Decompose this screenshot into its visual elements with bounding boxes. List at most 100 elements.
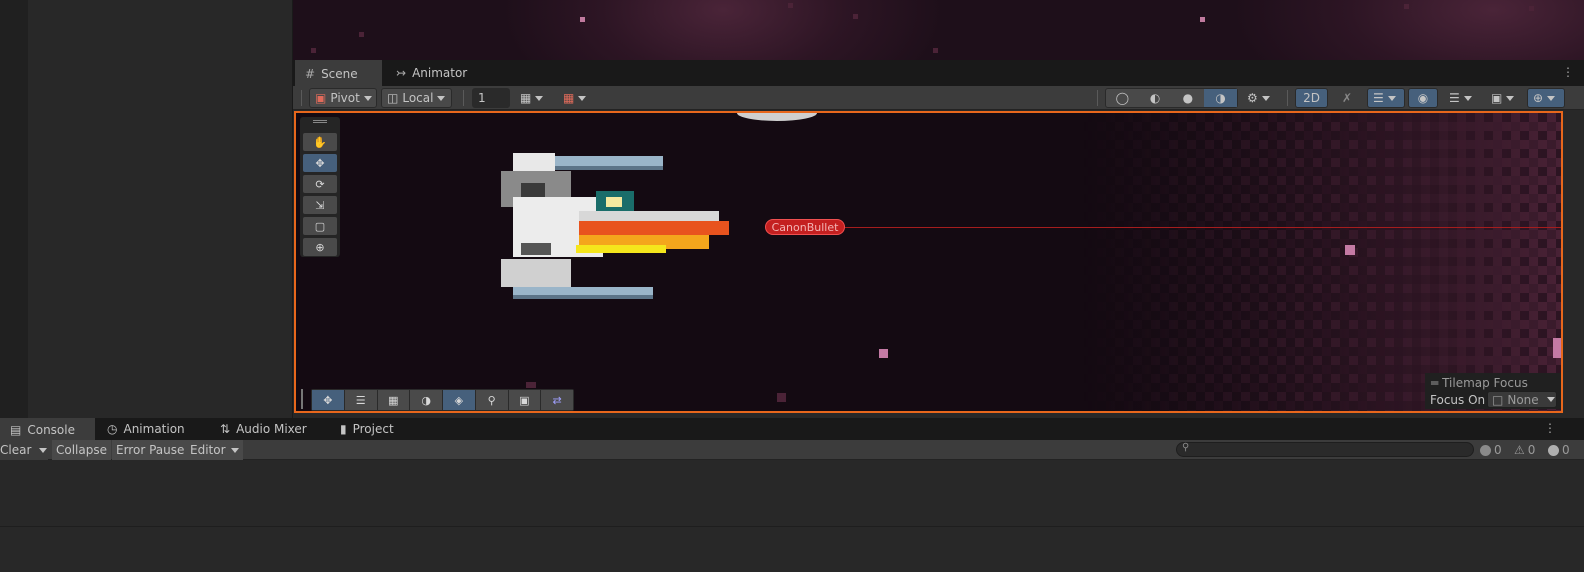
console-search-input[interactable]: ⚲ xyxy=(1176,442,1474,457)
error-count-toggle[interactable]: 0 xyxy=(1548,443,1570,457)
scene-toolbar: ▣ Pivot ◫ Local 1 ▦ ▦ ◯ ◐ ● ◑ ⚙ 2D ✗ ☰ ◉ xyxy=(293,86,1584,110)
star xyxy=(1200,17,1205,22)
gizmos-dropdown[interactable]: ⊕ xyxy=(1527,88,1565,108)
square-icon: □ xyxy=(1492,392,1504,407)
clear-label: Clear xyxy=(0,443,32,457)
shaded-wireframe-icon[interactable]: ◐ xyxy=(1139,91,1172,105)
grid-snap-input[interactable]: 1 xyxy=(472,88,510,108)
chevron-down-icon xyxy=(1506,95,1515,101)
transform-tool-button[interactable]: ⊕ xyxy=(303,238,337,256)
drag-lines-icon: ═ xyxy=(1431,376,1439,390)
info-count-toggle[interactable]: 0 xyxy=(1480,443,1502,457)
hand-tool-button[interactable]: ✋ xyxy=(303,133,337,151)
move-tool-button[interactable]: ✥ xyxy=(303,154,337,172)
rect-tool-button[interactable]: ▢ xyxy=(303,217,337,235)
unlit-icon[interactable]: ◑ xyxy=(1204,89,1237,107)
left-strip xyxy=(0,0,28,418)
error-pause-label: Error Pause xyxy=(116,443,185,457)
visibility-toggle[interactable]: ◉ xyxy=(1408,88,1438,108)
star xyxy=(359,32,364,37)
camera-dropdown[interactable]: ▣ xyxy=(1485,88,1523,108)
tilemap-overlay-toolbar: ✥ ☰ ▦ ◑ ◈ ⚲ ▣ ⇄ xyxy=(311,389,574,411)
more-menu-icon[interactable]: ⋮ xyxy=(1562,65,1574,79)
rect-icon: ▢ xyxy=(314,219,326,233)
scale-tool-button[interactable]: ⇲ xyxy=(303,196,337,214)
local-label: Local xyxy=(402,91,434,105)
bullet-path-line xyxy=(845,227,1561,228)
shaded-icon[interactable]: ● xyxy=(1172,91,1205,105)
rotate-tool-button[interactable]: ⟳ xyxy=(303,175,337,193)
search-icon: ⚲ xyxy=(1182,442,1190,453)
tab-audio-mixer[interactable]: ⇅ Audio Mixer xyxy=(210,418,317,440)
settings-button[interactable]: ☰ xyxy=(344,390,377,410)
chevron-down-icon xyxy=(1261,95,1270,101)
star xyxy=(580,17,585,22)
tab-console-label: Console xyxy=(27,423,75,437)
zoom-button[interactable]: ⚲ xyxy=(475,390,508,410)
console-log-area[interactable] xyxy=(0,461,1584,572)
focus-on-dropdown[interactable]: □ None xyxy=(1487,391,1557,408)
toggle-2d-button[interactable]: 2D xyxy=(1295,88,1328,108)
toggle-2d-label: 2D xyxy=(1303,91,1320,105)
console-icon: ▤ xyxy=(10,423,22,437)
error-icon xyxy=(1548,444,1559,456)
scene-tools-overlay: ✋ ✥ ⟳ ⇲ ▢ ⊕ xyxy=(300,117,340,257)
move-palette-button[interactable]: ✥ xyxy=(312,390,344,410)
console-detail-divider[interactable] xyxy=(0,526,1584,527)
editor-label: Editor xyxy=(190,443,226,457)
tab-animation[interactable]: ◷ Animation xyxy=(97,418,195,440)
tab-scene[interactable]: # Scene xyxy=(295,60,382,86)
move-icon: ✥ xyxy=(323,393,333,407)
star xyxy=(933,48,938,53)
shade-button[interactable]: ◑ xyxy=(410,390,442,410)
tab-animator[interactable]: ↣ Animator xyxy=(386,60,477,86)
pivot-dropdown[interactable]: ▣ Pivot xyxy=(309,88,377,108)
layers-dropdown[interactable]: ☰ xyxy=(1443,88,1481,108)
move-icon: ✥ xyxy=(315,156,325,170)
tab-project[interactable]: ▮ Project xyxy=(330,418,404,440)
stack-icon: ☰ xyxy=(1449,91,1460,105)
tab-scene-label: Scene xyxy=(321,67,358,81)
scene-viewport[interactable]: CanonBullet ✋ ✥ ⟳ ⇲ ▢ ⊕ ✥ ☰ ▦ ◑ ◈ ⚲ ▣ ⇄ … xyxy=(294,111,1563,413)
lighting-toggle[interactable]: ✗ xyxy=(1333,88,1361,108)
local-dropdown[interactable]: ◫ Local xyxy=(381,88,452,108)
clear-button[interactable]: Clear xyxy=(0,440,48,460)
canon-bullet-label[interactable]: CanonBullet xyxy=(765,219,845,235)
tab-console[interactable]: ▤ Console xyxy=(0,418,95,440)
star xyxy=(1404,4,1409,9)
grid-snap-toggle[interactable]: ▦ xyxy=(514,88,552,108)
debug-draw-dropdown[interactable]: ⚙ xyxy=(1241,88,1279,108)
clock-icon: ◷ xyxy=(107,422,118,436)
more-menu-icon[interactable]: ⋮ xyxy=(1544,421,1556,435)
editor-dropdown[interactable]: Editor xyxy=(186,440,243,460)
chevron-down-icon xyxy=(39,447,48,453)
screen-button[interactable]: ▣ xyxy=(508,390,541,410)
increment-snap-toggle[interactable]: ▦ xyxy=(557,88,595,108)
overlay-grip[interactable] xyxy=(301,389,303,409)
toolbar-separator xyxy=(1287,90,1288,106)
chevron-down-icon xyxy=(437,95,446,101)
tab-audio-mixer-label: Audio Mixer xyxy=(236,422,307,436)
error-pause-toggle[interactable]: Error Pause xyxy=(112,440,189,460)
warning-count-toggle[interactable]: ⚠ 0 xyxy=(1514,443,1535,457)
tilemap-focus-title-wrap: ═ Tilemap Focus xyxy=(1431,376,1528,390)
tilemap-focus-title: Tilemap Focus xyxy=(1442,376,1528,390)
layers-button[interactable]: ◈ xyxy=(443,390,475,410)
console-tab-bar: ▤ Console ◷ Animation ⇅ Audio Mixer ▮ Pr… xyxy=(0,418,1584,440)
sliders-icon: ☰ xyxy=(355,393,366,407)
shuffle-button[interactable]: ⇄ xyxy=(541,390,573,410)
effects-dropdown[interactable]: ☰ xyxy=(1367,88,1405,108)
pivot-label: Pivot xyxy=(330,91,360,105)
focus-on-label: Focus On xyxy=(1430,393,1486,407)
toolbar-separator xyxy=(1097,90,1098,106)
scene-tab-bar: # Scene ↣ Animator ⋮ xyxy=(293,60,1584,86)
layers-icon: ☰ xyxy=(1373,91,1384,105)
grid-button[interactable]: ▦ xyxy=(377,390,410,410)
mixer-icon: ⇅ xyxy=(220,422,231,436)
hierarchy-panel[interactable] xyxy=(28,0,293,418)
grid-snap-value: 1 xyxy=(478,91,486,105)
cube-icon: ◫ xyxy=(387,91,399,105)
wireframe-icon[interactable]: ◯ xyxy=(1106,91,1139,105)
drag-handle-icon[interactable] xyxy=(313,120,327,123)
collapse-toggle[interactable]: Collapse xyxy=(52,440,111,460)
